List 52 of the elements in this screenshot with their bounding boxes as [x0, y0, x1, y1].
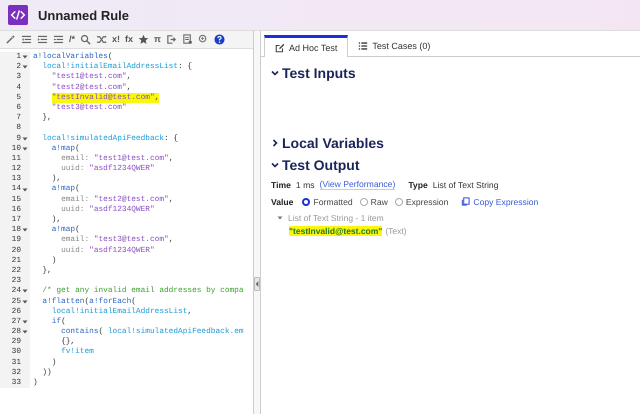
search-icon[interactable]	[80, 34, 92, 45]
section-header[interactable]: Local Variables	[271, 132, 630, 154]
shuffle-icon[interactable]	[96, 34, 108, 45]
fold-arrow-icon[interactable]	[22, 318, 28, 325]
toolbar-button[interactable]: fx	[125, 34, 134, 45]
fold-arrow-icon[interactable]	[22, 288, 28, 294]
toolbar-button[interactable]: π	[154, 34, 161, 45]
section-header[interactable]: Test Inputs	[271, 62, 630, 84]
tab[interactable]: Test Cases (0)	[348, 35, 440, 56]
fold-arrow-icon[interactable]	[22, 146, 28, 152]
indent-icon[interactable]	[37, 34, 48, 45]
result-type: (Text)	[385, 226, 407, 236]
fold-arrow-icon[interactable]	[22, 54, 28, 60]
time-label: Time	[271, 180, 291, 190]
fold-arrow-icon[interactable]	[22, 298, 28, 305]
fold-arrow-icon[interactable]	[22, 329, 28, 336]
list-icon	[358, 40, 368, 50]
expanded-triangle-icon[interactable]	[277, 215, 283, 221]
toolbar-button[interactable]: /*	[69, 34, 76, 45]
copy-expression-link[interactable]: Copy Expression	[461, 196, 538, 206]
section-header[interactable]: Test Output	[271, 154, 630, 176]
help-icon[interactable]	[214, 34, 225, 45]
format-radio[interactable]: Formatted	[302, 196, 353, 206]
result-value: "testInvalid@test.com"	[289, 226, 382, 236]
document-icon[interactable]	[182, 34, 193, 45]
edit-icon	[275, 42, 285, 52]
toolbar-button[interactable]: x!	[112, 34, 120, 45]
wand-icon[interactable]	[5, 34, 16, 45]
export-icon[interactable]	[166, 34, 177, 45]
fold-arrow-icon[interactable]	[22, 64, 28, 70]
type-label: Type	[408, 180, 428, 190]
time-value: 1 ms	[296, 180, 315, 190]
fold-arrow-icon[interactable]	[22, 227, 28, 234]
fold-arrow-icon[interactable]	[22, 136, 28, 142]
view-performance-link[interactable]: (View Performance)	[320, 179, 396, 190]
type-value: List of Text String	[432, 180, 498, 190]
list-icon[interactable]	[53, 34, 64, 45]
outdent-icon[interactable]	[21, 34, 32, 45]
value-label: Value	[271, 196, 294, 206]
format-radio[interactable]: Expression	[394, 196, 448, 206]
format-radio[interactable]: Raw	[360, 196, 388, 206]
copy-icon	[461, 197, 470, 206]
chevron-down-icon[interactable]	[271, 161, 279, 169]
code-icon	[8, 5, 28, 25]
chevron-right-icon[interactable]	[271, 139, 279, 147]
collapse-handle-icon[interactable]	[254, 277, 260, 291]
chevron-down-icon[interactable]	[271, 69, 279, 77]
zoom-icon[interactable]	[198, 34, 209, 45]
fold-arrow-icon[interactable]	[22, 186, 28, 193]
window-title: Unnamed Rule	[38, 8, 130, 22]
star-icon[interactable]	[138, 34, 150, 45]
tab[interactable]: Ad Hoc Test	[264, 35, 348, 57]
